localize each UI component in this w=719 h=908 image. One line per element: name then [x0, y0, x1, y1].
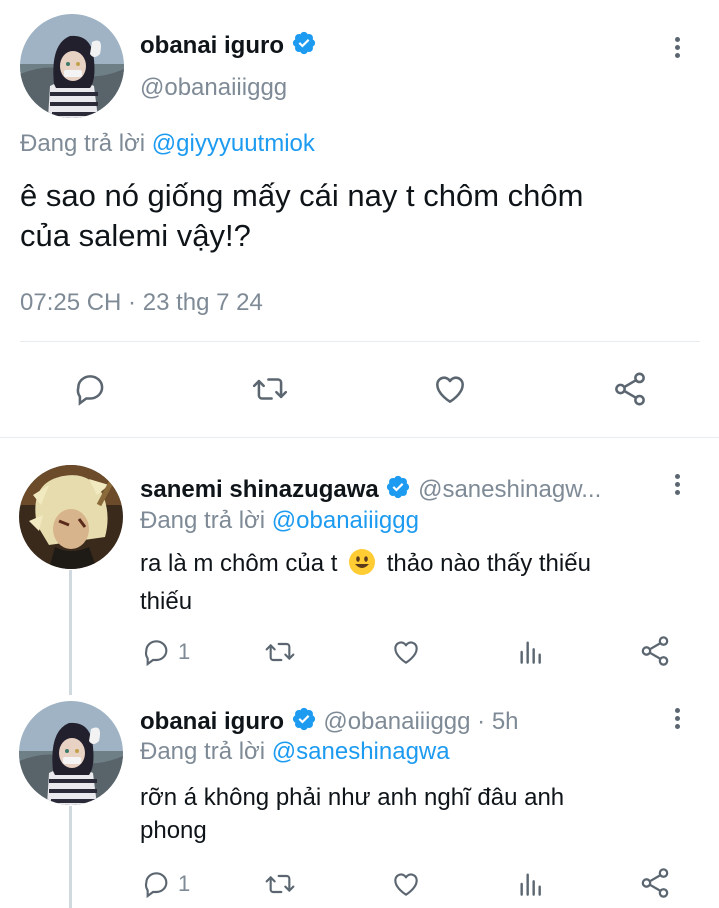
tweet-text-line: ra là m chôm của t thảo nào thấy thiếu [140, 547, 591, 585]
timestamp[interactable]: 07:25 CH · 23 thg 7 24 [20, 289, 263, 317]
replying-to: Đang trả lời @giyyyuutmiok [20, 130, 315, 158]
tweet-text: ê sao nó giống mấy cái nay t chôm chôm c… [20, 176, 583, 256]
avatar-sanemi[interactable] [19, 465, 123, 569]
display-name[interactable]: obanai iguro [140, 708, 284, 735]
handle[interactable]: @obanaiiiggg [323, 708, 470, 735]
replying-to-link[interactable]: @giyyyuutmiok [152, 130, 315, 157]
heart-icon[interactable] [389, 868, 423, 900]
share-icon[interactable] [638, 634, 672, 668]
reply-count: 1 [178, 871, 191, 896]
replying-prefix: Đang trả lời [140, 738, 266, 765]
avatar-obanai[interactable] [19, 701, 123, 805]
verified-badge-icon [385, 474, 411, 507]
display-name[interactable]: sanemi shinazugawa [140, 476, 379, 503]
thread-line [69, 806, 72, 908]
speech-bubble-icon[interactable] [72, 370, 110, 408]
heart-icon[interactable] [389, 636, 423, 668]
handle[interactable]: @obanaiiiggg [140, 74, 287, 102]
replying-to-link[interactable]: @obanaiiiggg [272, 507, 419, 534]
tweet-text-line: của salemi vậy!? [20, 218, 251, 253]
bar-chart-icon[interactable] [515, 636, 547, 668]
tweet-text-line: phong [140, 817, 207, 844]
retweet-icon[interactable] [250, 370, 290, 408]
verified-badge-icon [291, 30, 317, 63]
display-name[interactable]: obanai iguro [140, 32, 284, 59]
smiley-face-emoji [348, 548, 376, 585]
replying-to-link[interactable]: @saneshinagwa [272, 738, 450, 765]
tweet-text-line: thiếu [140, 588, 193, 615]
retweet-icon[interactable] [263, 868, 297, 900]
divider [0, 437, 719, 438]
avatar-obanai[interactable] [20, 14, 124, 118]
tweet-text-line: ê sao nó giống mấy cái nay t chôm chôm [20, 178, 584, 213]
tweet-text-segment: ra là m chôm của t [140, 550, 338, 577]
divider [20, 341, 700, 342]
bar-chart-icon[interactable] [515, 868, 547, 900]
author-row: obanai iguro [140, 30, 317, 59]
heart-icon[interactable] [430, 370, 470, 408]
handle[interactable]: @saneshinagw... [418, 476, 601, 503]
reply-count: 1 [178, 639, 191, 664]
share-icon[interactable] [638, 866, 672, 900]
relative-time[interactable]: · 5h [477, 708, 518, 735]
speech-bubble-icon[interactable] [141, 868, 173, 900]
more-vertical-icon[interactable] [675, 474, 681, 498]
more-vertical-icon[interactable] [675, 708, 681, 732]
replying-to: Đang trả lời @saneshinagwa [140, 738, 450, 766]
tweet-text-line: rỡn á không phải như anh nghĩ đâu anh [140, 784, 565, 811]
verified-badge-icon [291, 706, 317, 739]
tweet-text-segment: thảo nào thấy thiếu [386, 550, 591, 577]
share-icon[interactable] [610, 370, 650, 408]
speech-bubble-icon[interactable] [141, 636, 173, 668]
thread-line [69, 570, 72, 695]
tweet-text: ra là m chôm của t thảo nào thấy thiếu t… [140, 547, 591, 618]
replying-prefix: Đang trả lời [20, 130, 146, 157]
tweet-text: rỡn á không phải như anh nghĩ đâu anh ph… [140, 781, 564, 847]
author-row: obanai iguro @obanaiiiggg · 5h [140, 706, 519, 739]
replying-to: Đang trả lời @obanaiiiggg [140, 507, 419, 535]
more-vertical-icon[interactable] [675, 37, 681, 61]
replying-prefix: Đang trả lời [140, 507, 266, 534]
retweet-icon[interactable] [263, 636, 297, 668]
author-row: sanemi shinazugawa @saneshinagw... [140, 474, 601, 507]
